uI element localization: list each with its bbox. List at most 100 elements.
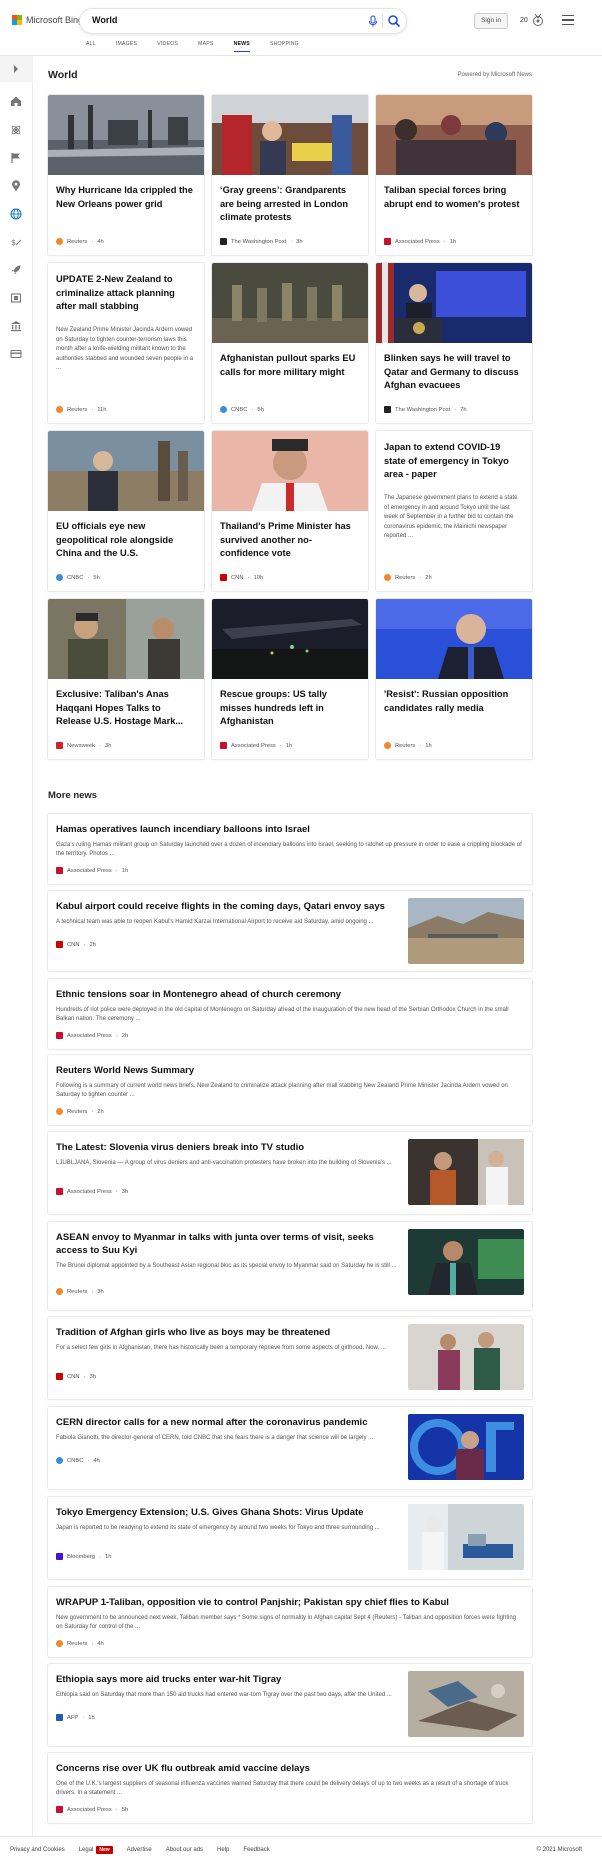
tab-maps[interactable]: MAPS — [198, 41, 214, 52]
news-title[interactable]: Ethnic tensions soar in Montenegro ahead… — [56, 988, 341, 1001]
news-title[interactable]: WRAPUP 1-Taliban, opposition vie to cont… — [56, 1596, 449, 1609]
news-title[interactable]: Tokyo Emergency Extension; U.S. Gives Gh… — [56, 1506, 396, 1519]
news-card[interactable]: ‘Gray greens’: Grandparents are being ar… — [212, 95, 368, 255]
news-card[interactable]: Blinken says he will travel to Qatar and… — [376, 263, 532, 423]
legal-label[interactable]: Legal — [79, 1847, 94, 1853]
card-title[interactable]: Exclusive: Taliban's Anas Haqqani Hopes … — [56, 688, 196, 729]
meta-dot: · — [91, 406, 94, 413]
footer-link-feedback[interactable]: Feedback — [243, 1847, 269, 1853]
card-title[interactable]: ‘Gray greens’: Grandparents are being ar… — [220, 184, 360, 225]
bing-logo[interactable]: Microsoft Bing — [12, 15, 83, 25]
tab-images[interactable]: IMAGES — [116, 41, 137, 52]
news-list-item[interactable]: Hamas operatives launch incendiary ballo… — [48, 814, 532, 884]
card-title[interactable]: Taliban special forces bring abrupt end … — [384, 184, 524, 211]
sign-in-button[interactable]: Sign in — [474, 13, 508, 29]
news-list-item[interactable]: Ethnic tensions soar in Montenegro ahead… — [48, 979, 532, 1049]
hamburger-menu-icon[interactable] — [562, 15, 574, 25]
news-list-item[interactable]: WRAPUP 1-Taliban, opposition vie to cont… — [48, 1587, 532, 1657]
news-title[interactable]: Ethiopia says more aid trucks enter war-… — [56, 1673, 396, 1686]
card-icon[interactable] — [10, 348, 22, 360]
card-title[interactable]: Thailand's Prime Minister has survived a… — [220, 520, 360, 561]
new-badge: New — [96, 1846, 113, 1854]
rewards-button[interactable]: 20 — [520, 13, 545, 27]
news-card[interactable]: Thailand's Prime Minister has survived a… — [212, 431, 368, 591]
news-list-item[interactable]: ASEAN envoy to Myanmar in talks with jun… — [48, 1222, 532, 1310]
home-icon[interactable] — [10, 95, 22, 107]
news-card[interactable]: Taliban special forces bring abrupt end … — [376, 95, 532, 255]
source-name: CNN — [231, 574, 244, 581]
news-list-item[interactable]: Tradition of Afghan girls who live as bo… — [48, 1317, 532, 1399]
afp-logo-icon — [56, 1714, 63, 1721]
search-box[interactable]: World — [80, 9, 406, 33]
tab-all[interactable]: ALL — [86, 41, 96, 52]
news-card[interactable]: EU officials eye new geopolitical role a… — [48, 431, 204, 591]
reuters-logo-icon — [56, 406, 63, 413]
tab-videos[interactable]: VIDEOS — [157, 41, 178, 52]
news-list-item[interactable]: Concerns rise over UK flu outbreak amid … — [48, 1753, 532, 1823]
card-title[interactable]: Afghanistan pullout sparks EU calls for … — [220, 352, 360, 379]
news-list-item[interactable]: Tokyo Emergency Extension; U.S. Gives Gh… — [48, 1497, 532, 1579]
news-list-item[interactable]: Ethiopia says more aid trucks enter war-… — [48, 1664, 532, 1746]
reuters-logo-icon — [56, 1288, 63, 1295]
footer-link-about-ads[interactable]: About our ads — [166, 1847, 203, 1853]
publish-time: 7h — [460, 406, 467, 413]
news-card[interactable]: Afghanistan pullout sparks EU calls for … — [212, 263, 368, 423]
card-title[interactable]: Rescue groups: US tally misses hundreds … — [220, 688, 360, 729]
footer-link-advertise[interactable]: Advertise — [127, 1847, 152, 1853]
news-title[interactable]: Concerns rise over UK flu outbreak amid … — [56, 1762, 310, 1775]
film-icon[interactable] — [10, 292, 22, 304]
government-building-icon[interactable] — [10, 320, 22, 332]
powered-by-label[interactable]: Powered by Microsoft News — [458, 72, 532, 78]
news-title[interactable]: The Latest: Slovenia virus deniers break… — [56, 1141, 396, 1154]
card-title[interactable]: Japan to extend COVID-19 state of emerge… — [384, 441, 524, 482]
news-title[interactable]: ASEAN envoy to Myanmar in talks with jun… — [56, 1231, 406, 1257]
news-card[interactable]: Japan to extend COVID-19 state of emerge… — [376, 431, 532, 591]
news-title[interactable]: Tradition of Afghan girls who live as bo… — [56, 1326, 396, 1339]
news-source: Associated Press · 2h — [56, 1032, 128, 1039]
cnn-logo-icon — [56, 1373, 63, 1380]
card-title[interactable]: UPDATE 2-New Zealand to criminalize atta… — [56, 273, 196, 314]
rocket-icon[interactable] — [10, 264, 22, 276]
search-input[interactable]: World — [92, 15, 117, 25]
publish-time: 1h — [425, 742, 432, 749]
publish-time: 4h — [97, 1640, 104, 1647]
news-title[interactable]: Reuters World News Summary — [56, 1064, 194, 1077]
news-list-item[interactable]: Kabul airport could receive flights in t… — [48, 891, 532, 971]
news-card[interactable]: UPDATE 2-New Zealand to criminalize atta… — [48, 263, 204, 423]
reuters-logo-icon — [384, 574, 391, 581]
microsoft-logo-icon — [12, 15, 22, 25]
card-title[interactable]: Blinken says he will travel to Qatar and… — [384, 352, 524, 393]
money-icon[interactable]: $ — [10, 236, 22, 248]
news-snippet: Gaza's ruling Hamas militant group on Sa… — [56, 842, 522, 858]
news-card[interactable]: Exclusive: Taliban's Anas Haqqani Hopes … — [48, 599, 204, 759]
news-list-item[interactable]: The Latest: Slovenia virus deniers break… — [48, 1132, 532, 1214]
news-title[interactable]: Hamas operatives launch incendiary ballo… — [56, 823, 310, 836]
news-list-item[interactable]: CERN director calls for a new normal aft… — [48, 1407, 532, 1489]
microphone-icon[interactable] — [366, 14, 380, 28]
news-card[interactable]: Rescue groups: US tally misses hundreds … — [212, 599, 368, 759]
search-icon[interactable] — [386, 13, 402, 29]
tab-shopping[interactable]: SHOPPING — [270, 41, 299, 52]
news-snippet: The Brunei diplomat appointed by a South… — [56, 1263, 397, 1269]
card-title[interactable]: Why Hurricane Ida crippled the New Orlea… — [56, 184, 196, 211]
news-title[interactable]: Kabul airport could receive flights in t… — [56, 900, 396, 913]
news-list-item[interactable]: Reuters World News Summary Following is … — [48, 1055, 532, 1125]
science-icon[interactable] — [10, 124, 22, 136]
news-source: Bloomberg · 1h — [56, 1553, 111, 1560]
location-pin-icon[interactable] — [10, 180, 22, 192]
publish-time: 5h — [121, 1806, 129, 1813]
footer-link-legal[interactable]: Legal New — [79, 1846, 113, 1854]
card-title[interactable]: 'Resist': Russian opposition candidates … — [384, 688, 524, 715]
news-card[interactable]: Why Hurricane Ida crippled the New Orlea… — [48, 95, 204, 255]
flag-icon[interactable] — [10, 152, 22, 164]
globe-icon[interactable] — [10, 208, 22, 220]
footer-link-privacy[interactable]: Privacy and Cookies — [10, 1847, 65, 1853]
news-title[interactable]: CERN director calls for a new normal aft… — [56, 1416, 396, 1429]
card-title[interactable]: EU officials eye new geopolitical role a… — [56, 520, 196, 561]
source-name: The Washington Post — [231, 238, 287, 245]
news-card[interactable]: 'Resist': Russian opposition candidates … — [376, 599, 532, 759]
news-image — [408, 1229, 524, 1295]
rail-expand-button[interactable] — [0, 56, 33, 82]
tab-news[interactable]: NEWS — [233, 41, 250, 52]
footer-link-help[interactable]: Help — [217, 1847, 229, 1853]
